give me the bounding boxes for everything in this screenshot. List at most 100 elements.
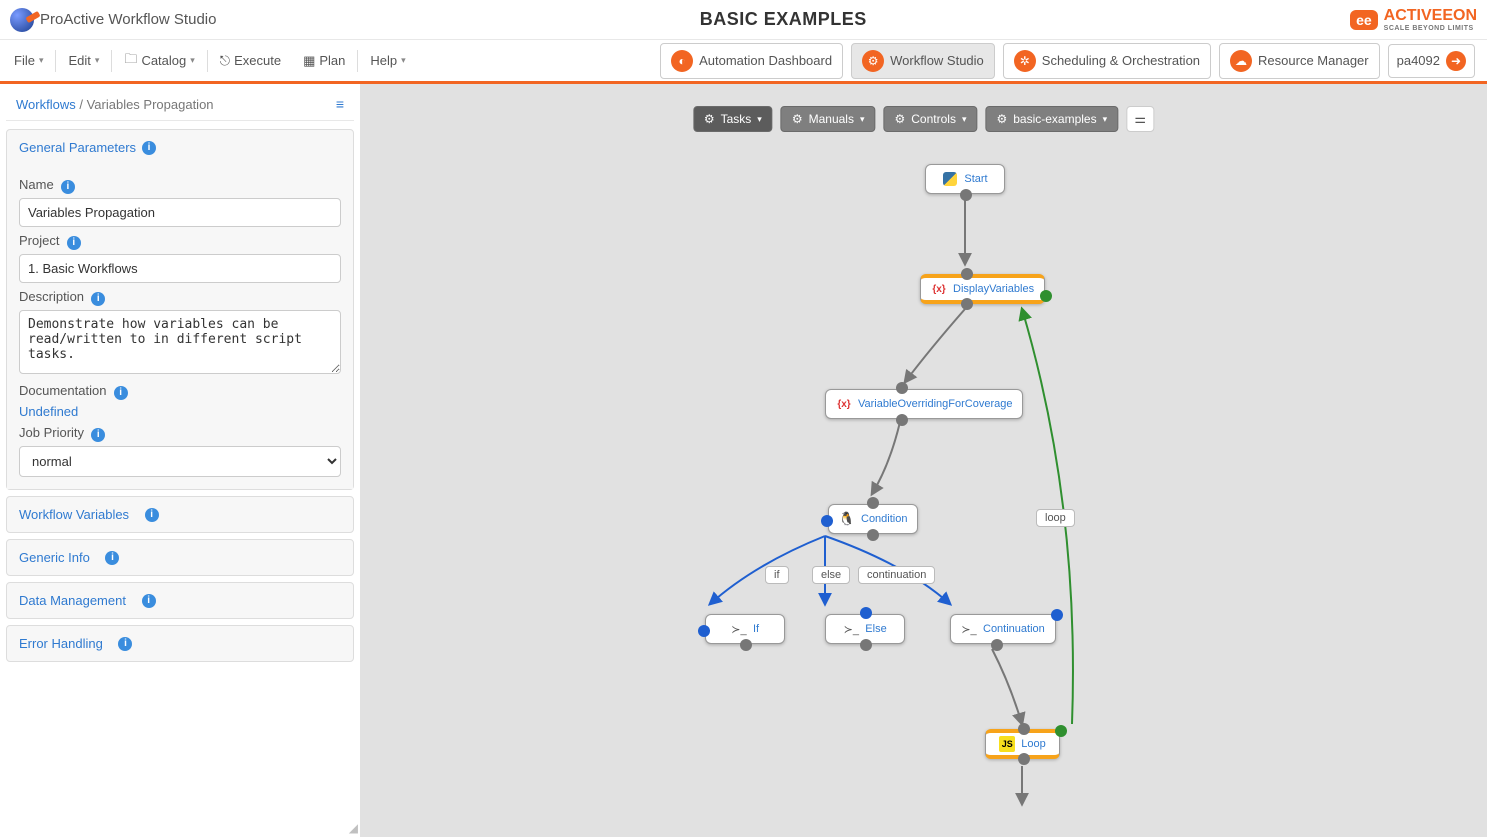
javascript-icon: JS: [999, 736, 1015, 752]
brand: ProActive Workflow Studio: [10, 8, 216, 32]
bash-icon: ≻_: [843, 621, 859, 637]
panel-header-general[interactable]: General Parametersi: [7, 130, 353, 165]
gear-icon: ⚙: [792, 112, 803, 126]
branch-label-else: else: [812, 566, 850, 584]
branch-label-loop: loop: [1036, 509, 1075, 527]
variable-icon: {x}: [931, 281, 947, 297]
sliders-icon: ⚌: [1134, 111, 1146, 127]
folder-icon: 🗀: [124, 50, 137, 72]
nav-automation-dashboard[interactable]: ◐Automation Dashboard: [660, 43, 843, 79]
label-priority: Job Priority i: [19, 425, 341, 442]
resize-handle-icon[interactable]: ◢: [349, 821, 358, 835]
panel-header-data-management[interactable]: Data Management i: [7, 583, 353, 618]
bash-icon: ≻_: [731, 621, 747, 637]
label-description: Description i: [19, 289, 341, 306]
dashboard-icon: ◐: [671, 50, 693, 72]
scheduling-icon: ✲: [1014, 50, 1036, 72]
panel-data-management: Data Management i: [6, 582, 354, 619]
user-menu[interactable]: pa4092 ➜: [1388, 44, 1475, 78]
info-icon[interactable]: i: [67, 236, 81, 250]
vendor-tagline: SCALE BEYOND LIMITS: [1384, 25, 1477, 32]
panel-header-generic-info[interactable]: Generic Info i: [7, 540, 353, 575]
menu-file[interactable]: File▾: [4, 47, 53, 74]
description-input[interactable]: [19, 310, 341, 374]
project-input[interactable]: [19, 254, 341, 283]
cloud-icon: ☁: [1230, 50, 1252, 72]
chevron-down-icon: ▾: [860, 114, 865, 125]
name-input[interactable]: [19, 198, 341, 227]
info-icon[interactable]: i: [91, 428, 105, 442]
list-view-icon[interactable]: ≡: [336, 96, 344, 112]
gear-icon: ⚙: [894, 112, 905, 126]
chevron-down-icon: ▾: [757, 114, 762, 125]
priority-select[interactable]: normal: [19, 446, 341, 477]
nav-workflow-studio[interactable]: ⚙Workflow Studio: [851, 43, 995, 79]
user-name: pa4092: [1397, 53, 1440, 68]
panel-generic-info: Generic Info i: [6, 539, 354, 576]
gear-icon: ⚙: [996, 112, 1007, 126]
palette: ⚙Tasks▾ ⚙Manuals▾ ⚙Controls▾ ⚙basic-exam…: [693, 106, 1154, 132]
info-icon[interactable]: i: [91, 292, 105, 306]
topbar: ProActive Workflow Studio BASIC EXAMPLES…: [0, 0, 1487, 40]
chevron-down-icon: ▾: [962, 114, 967, 125]
panel-header-error-handling[interactable]: Error Handling i: [7, 626, 353, 661]
node-start[interactable]: Start: [925, 164, 1005, 194]
panel-header-workflow-variables[interactable]: Workflow Variables i: [7, 497, 353, 532]
workflow-edges: [360, 84, 1487, 837]
branch-label-continuation: continuation: [858, 566, 935, 584]
branch-label-if: if: [765, 566, 789, 584]
gear-icon: ⚙: [704, 112, 715, 126]
chevron-down-icon: ▾: [39, 55, 44, 66]
info-icon[interactable]: i: [118, 637, 132, 651]
info-icon[interactable]: i: [142, 594, 156, 608]
nav-scheduling[interactable]: ✲Scheduling & Orchestration: [1003, 43, 1211, 79]
nav-resource-manager[interactable]: ☁Resource Manager: [1219, 43, 1380, 79]
palette-settings-button[interactable]: ⚌: [1126, 106, 1154, 132]
palette-basic-examples[interactable]: ⚙basic-examples▾: [985, 106, 1118, 132]
palette-tasks[interactable]: ⚙Tasks▾: [693, 106, 773, 132]
info-icon[interactable]: i: [145, 508, 159, 522]
menu-catalog[interactable]: 🗀Catalog▾: [114, 44, 204, 78]
vendor-logo: ee ACTIVEEON SCALE BEYOND LIMITS: [1350, 7, 1477, 32]
page-title: BASIC EXAMPLES: [216, 9, 1350, 30]
node-else[interactable]: ≻_Else: [825, 614, 905, 644]
label-name: Name i: [19, 177, 341, 194]
panel-workflow-variables: Workflow Variables i: [6, 496, 354, 533]
palette-manuals[interactable]: ⚙Manuals▾: [781, 106, 876, 132]
info-icon[interactable]: i: [142, 141, 156, 155]
node-continuation[interactable]: ≻_Continuation: [950, 614, 1056, 644]
breadcrumb: Workflows / Variables Propagation ≡: [6, 88, 354, 121]
sidebar: Workflows / Variables Propagation ≡ Gene…: [0, 84, 360, 837]
vendor-logo-icon: ee: [1350, 10, 1378, 30]
info-icon[interactable]: i: [114, 386, 128, 400]
node-condition[interactable]: Condition: [828, 504, 918, 534]
palette-controls[interactable]: ⚙Controls▾: [883, 106, 977, 132]
menu-execute[interactable]: ⎋Execute: [210, 47, 291, 75]
chevron-down-icon: ▾: [1103, 114, 1108, 125]
menu-help[interactable]: Help▾: [360, 47, 415, 74]
calendar-icon: ▦: [303, 53, 315, 69]
node-display-variables[interactable]: {x}DisplayVariables: [920, 274, 1045, 304]
workflow-canvas[interactable]: ⚙Tasks▾ ⚙Manuals▾ ⚙Controls▾ ⚙basic-exam…: [360, 84, 1487, 837]
node-loop[interactable]: JSLoop: [985, 729, 1060, 759]
node-if[interactable]: ≻_If: [705, 614, 785, 644]
label-documentation: Documentation i: [19, 383, 341, 400]
menubar: File▾ Edit▾ 🗀Catalog▾ ⎋Execute ▦Plan Hel…: [0, 40, 1487, 84]
breadcrumb-current: Variables Propagation: [87, 97, 214, 112]
breadcrumb-root[interactable]: Workflows: [16, 97, 76, 112]
info-icon[interactable]: i: [105, 551, 119, 565]
documentation-link[interactable]: Undefined: [19, 404, 341, 419]
info-icon[interactable]: i: [61, 180, 75, 194]
chevron-down-icon: ▾: [401, 55, 406, 66]
menu-plan[interactable]: ▦Plan: [293, 47, 355, 75]
node-variable-overriding[interactable]: {x}VariableOverridingForCoverage: [825, 389, 1023, 419]
logout-icon: ➜: [1446, 51, 1466, 71]
app-logo-icon: [10, 8, 34, 32]
panel-general-parameters: General Parametersi Name i Project i Des…: [6, 129, 354, 490]
execute-icon: ⎋: [220, 53, 230, 69]
menu-edit[interactable]: Edit▾: [58, 47, 109, 74]
chevron-down-icon: ▾: [190, 55, 195, 66]
python-icon: [942, 171, 958, 187]
label-project: Project i: [19, 233, 341, 250]
linux-icon: [839, 511, 855, 527]
